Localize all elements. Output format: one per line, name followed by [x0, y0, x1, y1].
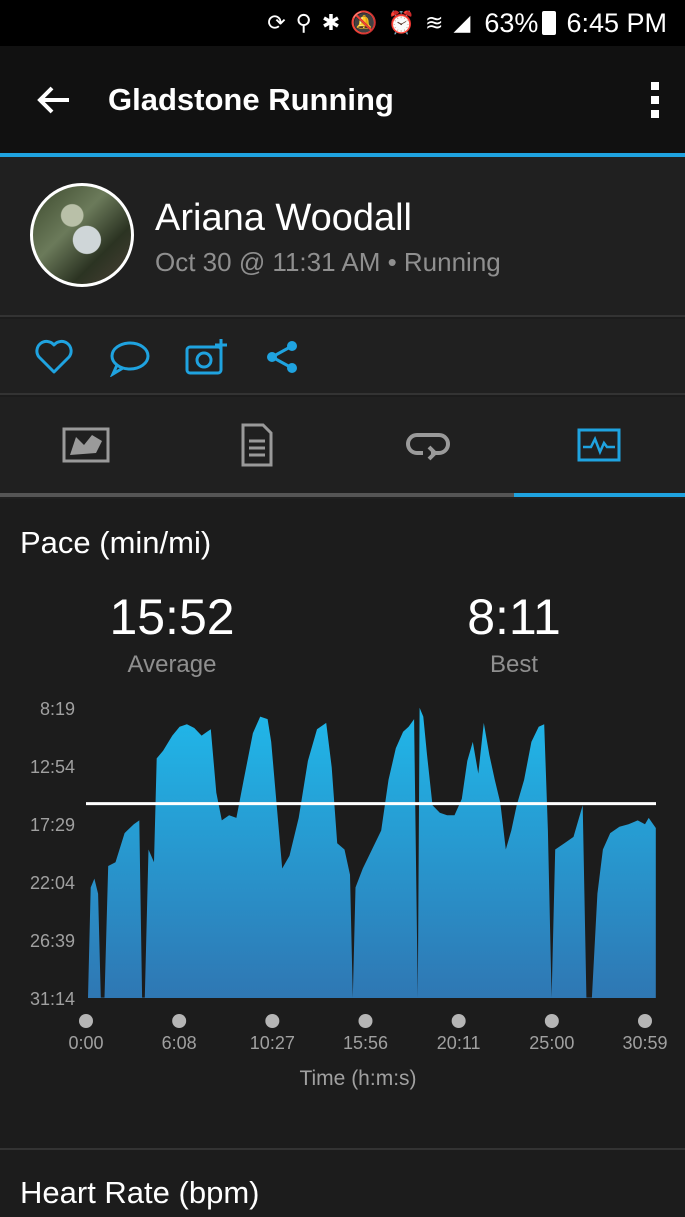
x-tick-label: 10:27 [250, 1033, 295, 1053]
wifi-icon: ≋ [425, 10, 444, 35]
x-tick-label: 6:08 [162, 1033, 197, 1053]
location-icon: ⚲ [295, 10, 312, 35]
tab-details[interactable] [171, 397, 342, 493]
battery-icon [542, 11, 557, 35]
x-tick-dot[interactable] [544, 1014, 559, 1028]
signal-icon: ◢ [453, 10, 471, 35]
y-tick-label: 12:54 [30, 757, 75, 777]
y-tick-label: 17:29 [30, 815, 75, 835]
section-divider [0, 1148, 685, 1150]
page-title: Gladstone Running [108, 81, 394, 117]
y-tick-label: 8:19 [40, 699, 75, 719]
more-options-button[interactable] [625, 80, 685, 120]
pace-title: Pace (min/mi) [20, 525, 212, 560]
x-tick-dot[interactable] [265, 1014, 280, 1028]
best-pace-label: Best [489, 651, 539, 678]
x-tick-dot[interactable] [172, 1014, 187, 1028]
x-tick-label: 25:00 [529, 1033, 574, 1053]
tab-laps[interactable] [342, 397, 513, 493]
arrow-left-icon [37, 86, 69, 113]
status-bar: ⟳ ⚲ ✱ 🔕 ⏰ ≋ ◢ 63% 6:45 PM [0, 0, 685, 46]
charts-icon [577, 428, 620, 462]
x-tick-label: 15:56 [343, 1033, 388, 1053]
activity-header: Ariana Woodall Oct 30 @ 11:31 AM • Runni… [0, 157, 685, 317]
status-time: 6:45 PM [566, 7, 667, 38]
sync-icon: ⟳ [267, 10, 286, 35]
active-tab-indicator [514, 493, 685, 497]
y-tick-label: 22:04 [30, 873, 75, 893]
best-pace-value: 8:11 [467, 589, 561, 645]
back-button[interactable] [0, 85, 108, 115]
more-vertical-icon [651, 81, 659, 118]
average-pace-value: 15:52 [109, 589, 235, 645]
like-icon[interactable] [35, 339, 73, 375]
mute-icon: 🔕 [350, 10, 378, 35]
heart-rate-title: Heart Rate (bpm) [20, 1175, 260, 1210]
tab-underline [0, 493, 685, 497]
app-bar: Gladstone Running [0, 46, 685, 153]
average-pace-label: Average [127, 651, 217, 678]
y-tick-label: 26:39 [30, 931, 75, 951]
laps-icon [405, 433, 450, 461]
activity-tabs [0, 397, 685, 499]
x-tick-dot[interactable] [358, 1014, 373, 1028]
status-icons: ⟳ ⚲ ✱ 🔕 ⏰ ≋ ◢ [267, 10, 470, 36]
x-axis-label: Time (h:m:s) [299, 1067, 416, 1090]
y-tick-label: 31:14 [30, 989, 75, 1009]
avatar[interactable] [30, 183, 134, 287]
x-tick-label: 30:59 [622, 1033, 667, 1053]
social-actions [0, 319, 685, 395]
x-tick-label: 0:00 [68, 1033, 103, 1053]
athlete-name[interactable]: Ariana Woodall [155, 197, 412, 240]
add-photo-icon[interactable] [185, 337, 229, 377]
map-icon [62, 427, 109, 463]
tab-map[interactable] [0, 397, 171, 493]
comment-icon[interactable] [108, 339, 150, 377]
x-tick-dot[interactable] [79, 1014, 93, 1028]
share-icon[interactable] [264, 339, 300, 375]
x-tick-dot[interactable] [638, 1014, 652, 1028]
activity-meta: Oct 30 @ 11:31 AM • Running [155, 247, 501, 277]
x-tick-label: 20:11 [437, 1033, 481, 1053]
details-icon [241, 423, 272, 467]
x-tick-dot[interactable] [451, 1014, 466, 1028]
pace-area-series [88, 707, 656, 998]
pace-chart[interactable]: 8:19 12:54 17:29 22:04 26:39 31:14 0:00 6:08 10… [0, 690, 685, 1100]
battery-percent: 63% [484, 7, 539, 38]
bluetooth-icon: ✱ [321, 10, 341, 35]
tab-charts[interactable] [513, 397, 684, 493]
alarm-icon: ⏰ [387, 10, 416, 35]
